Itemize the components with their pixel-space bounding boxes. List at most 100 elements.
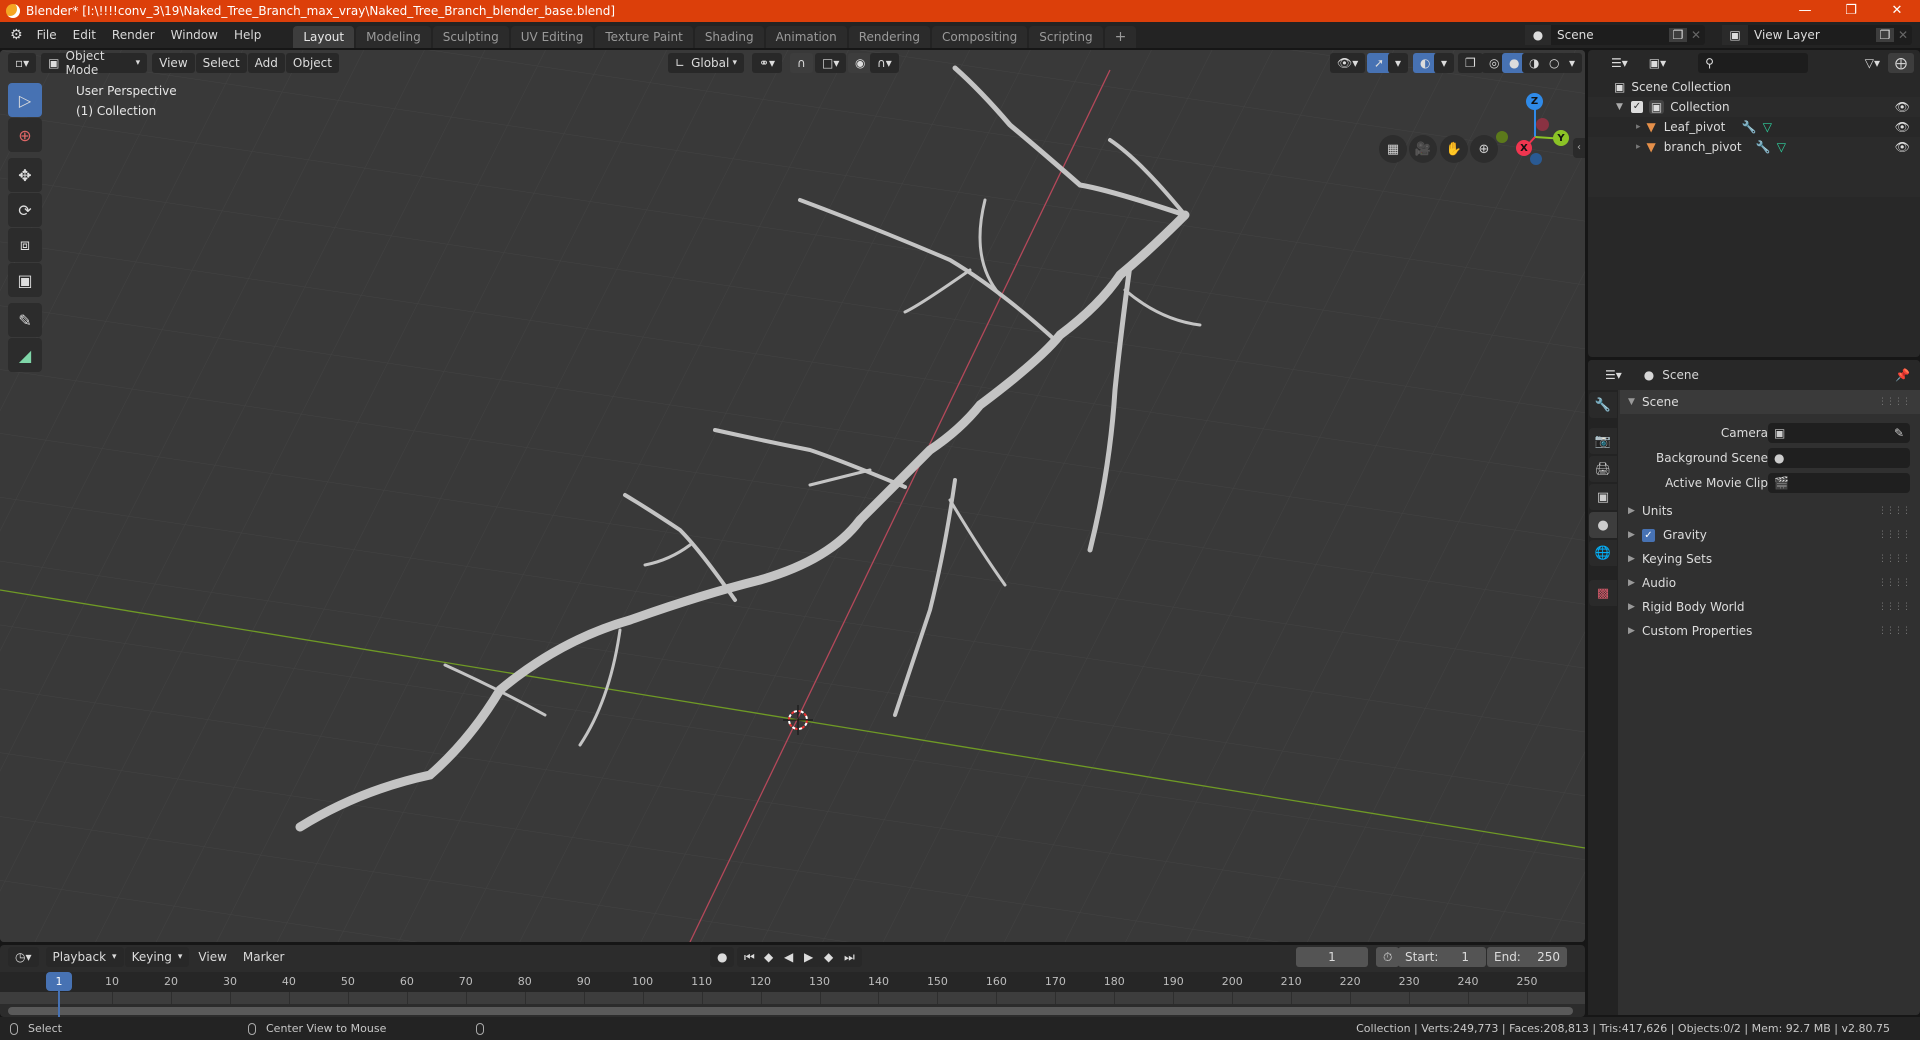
tab-sculpting[interactable]: Sculpting bbox=[432, 26, 509, 48]
pan-view-button[interactable]: ✋ bbox=[1440, 135, 1468, 163]
drag-handle-icon[interactable]: ⋮⋮⋮⋮ bbox=[1878, 554, 1911, 564]
drag-handle-icon[interactable]: ⋮⋮⋮⋮ bbox=[1878, 626, 1911, 636]
gravity-panel-header[interactable]: ▶ ✓ Gravity ⋮⋮⋮⋮ bbox=[1620, 523, 1920, 547]
filter-dropdown[interactable]: ▽▾ bbox=[1857, 53, 1887, 73]
cursor-tool[interactable]: ⊕ bbox=[8, 118, 42, 152]
menu-help[interactable]: Help bbox=[226, 22, 269, 48]
drag-handle-icon[interactable]: ⋮⋮⋮⋮ bbox=[1878, 506, 1911, 516]
properties-editor-type[interactable]: ☰▾ bbox=[1598, 365, 1629, 385]
tab-shading[interactable]: Shading bbox=[694, 26, 764, 48]
active-movie-clip-field[interactable]: 🎬 bbox=[1768, 473, 1910, 493]
select-box-tool[interactable]: ▷ bbox=[8, 83, 42, 117]
audio-panel-header[interactable]: ▶ Audio ⋮⋮⋮⋮ bbox=[1620, 571, 1920, 595]
tab-texture[interactable]: ▩ bbox=[1589, 580, 1617, 606]
object-menu[interactable]: Object bbox=[285, 53, 339, 73]
xray-toggle[interactable]: ❐ bbox=[1458, 53, 1483, 73]
new-view-layer-icon[interactable]: ❐ bbox=[1876, 28, 1894, 42]
playhead-frame-indicator[interactable]: 1 bbox=[46, 972, 72, 991]
proportional-falloff-dropdown[interactable]: ∩▾ bbox=[870, 53, 899, 73]
outliner-scene-collection[interactable]: ▣ Scene Collection bbox=[1588, 77, 1920, 97]
pin-icon[interactable]: 📌 bbox=[1895, 368, 1910, 382]
visibility-eye-icon[interactable]: 👁 bbox=[1895, 100, 1910, 114]
tab-modeling[interactable]: Modeling bbox=[356, 26, 431, 48]
overlay-dropdown[interactable]: ▾ bbox=[1434, 53, 1455, 73]
display-mode-dropdown[interactable]: ▣▾ bbox=[1641, 53, 1674, 73]
visibility-eye-icon[interactable]: 👁 bbox=[1895, 120, 1910, 134]
timeline-ruler[interactable]: 10 20 30 40 50 60 70 80 90 100 110 120 130 140 150 160 1… bbox=[0, 972, 1585, 992]
gizmo-dropdown[interactable]: ▾ bbox=[1388, 53, 1409, 73]
outliner-object-leaf-pivot[interactable]: ▸ ▼ Leaf_pivot 🔧 ▽ 👁 bbox=[1588, 117, 1920, 137]
rigid-body-world-panel-header[interactable]: ▶ Rigid Body World ⋮⋮⋮⋮ bbox=[1620, 595, 1920, 619]
transform-orientation-dropdown[interactable]: ∟ Global ▾ bbox=[668, 53, 744, 73]
tab-scene[interactable]: ● bbox=[1589, 512, 1617, 538]
end-frame-field[interactable]: End: 250 bbox=[1487, 947, 1567, 967]
snap-toggle[interactable]: ∩ bbox=[790, 53, 813, 73]
gravity-checkbox[interactable]: ✓ bbox=[1642, 528, 1655, 542]
collection-checkbox[interactable]: ✓ bbox=[1630, 101, 1643, 113]
marker-menu[interactable]: Marker bbox=[235, 945, 292, 969]
gizmo-neg-y-axis[interactable] bbox=[1496, 131, 1508, 143]
tab-world[interactable]: 🌐 bbox=[1589, 540, 1617, 566]
tab-rendering[interactable]: Rendering bbox=[848, 26, 931, 48]
playhead-line[interactable] bbox=[58, 991, 60, 1017]
gizmo-neg-x-axis[interactable] bbox=[1536, 118, 1549, 131]
auto-keying-button[interactable]: ● bbox=[710, 947, 735, 967]
start-frame-field[interactable]: Start: 1 bbox=[1398, 947, 1486, 967]
camera-view-button[interactable]: 🎥 bbox=[1409, 135, 1437, 163]
gizmo-z-axis[interactable]: Z bbox=[1526, 93, 1543, 110]
tab-render[interactable]: 📷 bbox=[1589, 428, 1617, 454]
custom-properties-panel-header[interactable]: ▶ Custom Properties ⋮⋮⋮⋮ bbox=[1620, 619, 1920, 643]
scale-tool[interactable]: ⧈ bbox=[8, 228, 42, 262]
drag-handle-icon[interactable]: ⋮⋮⋮⋮ bbox=[1878, 530, 1911, 540]
view-menu[interactable]: View bbox=[190, 945, 234, 969]
timeline-track[interactable] bbox=[0, 992, 1585, 1004]
visibility-dropdown[interactable]: 👁▾ bbox=[1330, 53, 1366, 73]
shading-dropdown[interactable]: ▾ bbox=[1562, 53, 1583, 73]
units-panel-header[interactable]: ▶ Units ⋮⋮⋮⋮ bbox=[1620, 499, 1920, 523]
camera-field[interactable]: ▣ ✎ bbox=[1768, 423, 1910, 443]
snap-target-dropdown[interactable]: □▾ bbox=[815, 53, 847, 73]
blender-menu-icon[interactable]: ⚙ bbox=[10, 27, 23, 43]
drag-handle-icon[interactable]: ⋮⋮⋮⋮ bbox=[1878, 397, 1911, 407]
add-menu[interactable]: Add bbox=[247, 53, 285, 73]
playback-menu[interactable]: Playback ▾ bbox=[45, 947, 124, 967]
menu-edit[interactable]: Edit bbox=[65, 22, 104, 48]
expand-arrow-icon[interactable]: ▼ bbox=[1616, 102, 1623, 112]
modifier-wrench-icon[interactable]: 🔧 bbox=[1756, 140, 1771, 154]
visibility-eye-icon[interactable]: 👁 bbox=[1895, 140, 1910, 154]
outliner-editor-type[interactable]: ☰▾ bbox=[1604, 53, 1635, 73]
timeline-scrollbar[interactable] bbox=[8, 1007, 1573, 1015]
tab-output[interactable]: 🖨 bbox=[1589, 456, 1617, 482]
drag-handle-icon[interactable]: ⋮⋮⋮⋮ bbox=[1878, 578, 1911, 588]
select-menu[interactable]: Select bbox=[195, 53, 247, 73]
current-frame-field[interactable]: 1 bbox=[1296, 947, 1368, 967]
tab-tool[interactable]: 🔧 bbox=[1589, 392, 1617, 418]
drag-handle-icon[interactable]: ⋮⋮⋮⋮ bbox=[1878, 602, 1911, 612]
close-button[interactable]: ✕ bbox=[1874, 0, 1920, 22]
tab-compositing[interactable]: Compositing bbox=[932, 26, 1028, 48]
gizmo-y-axis[interactable]: Y bbox=[1553, 130, 1569, 146]
keying-menu[interactable]: Keying ▾ bbox=[124, 947, 190, 967]
jump-end-button[interactable]: ⏭ bbox=[837, 947, 862, 967]
object-mode-dropdown[interactable]: ▣ Object Mode ▾ bbox=[41, 50, 148, 77]
timeline-editor-type[interactable]: ◷▾ bbox=[8, 947, 39, 967]
tab-animation[interactable]: Animation bbox=[765, 26, 847, 48]
tab-view-layer[interactable]: ▣ bbox=[1589, 484, 1617, 510]
annotate-tool[interactable]: ✎ bbox=[8, 303, 42, 337]
tab-texture-paint[interactable]: Texture Paint bbox=[595, 26, 693, 48]
outliner-collection[interactable]: ▼ ✓ ▣ Collection 👁 bbox=[1588, 97, 1920, 117]
eyedropper-icon[interactable]: ✎ bbox=[1894, 426, 1904, 440]
add-workspace-button[interactable]: + bbox=[1104, 26, 1137, 48]
move-tool[interactable]: ✥ bbox=[8, 158, 42, 192]
transform-tool[interactable]: ▣ bbox=[8, 263, 42, 297]
menu-file[interactable]: File bbox=[29, 22, 65, 48]
delete-scene-icon[interactable]: ✕ bbox=[1687, 28, 1705, 42]
rotate-tool[interactable]: ⟳ bbox=[8, 193, 42, 227]
view-layer-selector[interactable]: ▣ View Layer ❐ ✕ bbox=[1722, 25, 1912, 45]
gizmo-neg-z-axis[interactable] bbox=[1530, 153, 1542, 165]
scene-panel-header[interactable]: ▼ Scene ⋮⋮⋮⋮ bbox=[1620, 390, 1920, 414]
scene-selector[interactable]: ● Scene ❐ ✕ bbox=[1525, 25, 1705, 45]
3d-viewport[interactable]: ▫▾ ▣ Object Mode ▾ View Select Add Object … bbox=[0, 50, 1585, 942]
restore-button[interactable]: ❐ bbox=[1828, 0, 1874, 22]
tab-uv-editing[interactable]: UV Editing bbox=[510, 26, 594, 48]
